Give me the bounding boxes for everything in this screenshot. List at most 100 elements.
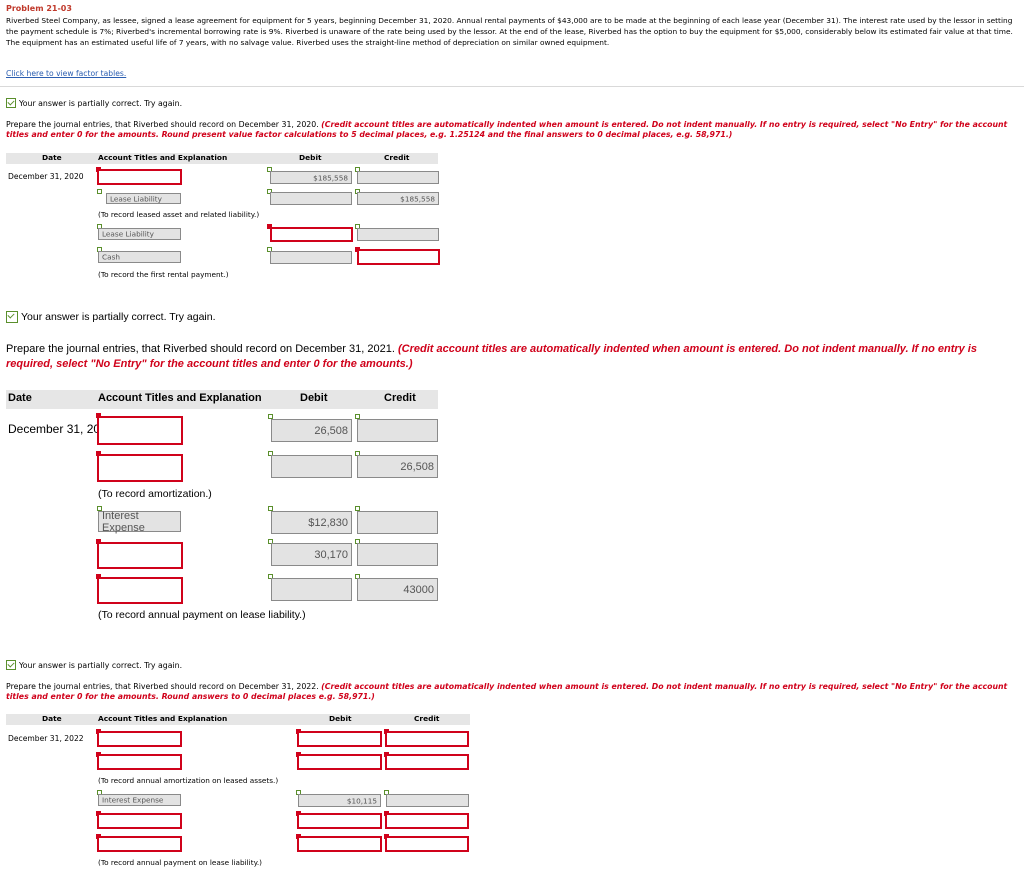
- instructions: Prepare the journal entries, that Riverb…: [6, 120, 1014, 140]
- debit-value: 30,170: [314, 548, 348, 561]
- debit-input[interactable]: $185,558: [270, 171, 352, 184]
- account-select[interactable]: Cash: [98, 251, 181, 263]
- account-value: Interest Expense: [102, 795, 164, 805]
- factor-tables-link[interactable]: Click here to view factor tables.: [6, 69, 126, 78]
- entry-memo: (To record annual payment on lease liabi…: [98, 858, 263, 867]
- account-select[interactable]: [97, 813, 182, 829]
- section-2020: Your answer is partially correct. Try ag…: [0, 96, 1024, 296]
- credit-input[interactable]: 43000: [357, 578, 438, 601]
- account-select[interactable]: Interest Expense: [98, 794, 181, 806]
- status-text: Your answer is partially correct. Try ag…: [19, 98, 183, 108]
- debit-input[interactable]: [270, 227, 353, 242]
- partial-check-icon: [6, 660, 16, 670]
- credit-input[interactable]: [385, 836, 469, 852]
- debit-value: $185,558: [313, 173, 348, 182]
- header-date: Date: [42, 714, 62, 723]
- instruction-text: Prepare the journal entries, that Riverb…: [6, 343, 395, 355]
- partial-check-icon: [6, 98, 16, 108]
- entry-date: December 31, 2022: [8, 734, 84, 743]
- table-header: Date Account Titles and Explanation Debi…: [6, 153, 438, 164]
- status-message: Your answer is partially correct. Try ag…: [6, 98, 182, 108]
- account-select[interactable]: [97, 836, 182, 852]
- credit-value: 26,508: [400, 460, 434, 473]
- status-text: Your answer is partially correct. Try ag…: [19, 660, 183, 670]
- account-select[interactable]: [97, 731, 182, 747]
- debit-value: $12,830: [308, 516, 348, 529]
- account-select[interactable]: Lease Liability: [106, 193, 181, 204]
- account-select[interactable]: [97, 542, 183, 569]
- entry-date: December 31, 2020: [8, 172, 84, 181]
- header-credit: Credit: [414, 714, 440, 723]
- entry-memo: (To record amortization.): [98, 488, 212, 500]
- account-value: Lease Liability: [110, 194, 162, 203]
- section-2022: Your answer is partially correct. Try ag…: [0, 652, 1024, 882]
- header-account: Account Titles and Explanation: [98, 714, 228, 723]
- debit-input[interactable]: $12,830: [271, 511, 352, 534]
- debit-input[interactable]: $10,115: [298, 794, 381, 807]
- header-debit: Debit: [299, 153, 322, 162]
- entry-memo: (To record the first rental payment.): [98, 270, 229, 279]
- instructions: Prepare the journal entries, that Riverb…: [6, 342, 1016, 372]
- credit-input[interactable]: [385, 754, 469, 770]
- account-select[interactable]: [97, 577, 183, 604]
- problem-text: Riverbed Steel Company, as lessee, signe…: [6, 16, 1013, 47]
- debit-input[interactable]: [297, 836, 382, 852]
- header-date: Date: [8, 392, 32, 404]
- credit-input[interactable]: [357, 228, 439, 241]
- entry-memo: (To record annual payment on lease liabi…: [98, 609, 306, 621]
- account-select[interactable]: [97, 416, 183, 445]
- debit-input[interactable]: [297, 754, 382, 770]
- debit-input[interactable]: [297, 813, 382, 829]
- header-account: Account Titles and Explanation: [98, 392, 262, 404]
- section-2021: Your answer is partially correct. Try ag…: [0, 306, 1024, 646]
- debit-value: 26,508: [314, 424, 348, 437]
- credit-value: $185,558: [400, 194, 435, 203]
- debit-input[interactable]: [270, 192, 352, 205]
- table-header: Date Account Titles and Explanation Debi…: [6, 714, 470, 725]
- debit-input[interactable]: [271, 455, 352, 478]
- header-debit: Debit: [300, 392, 328, 404]
- account-value: Lease Liability: [102, 229, 154, 239]
- header-credit: Credit: [384, 392, 416, 404]
- credit-input[interactable]: [385, 813, 469, 829]
- credit-input[interactable]: [357, 419, 438, 442]
- credit-input[interactable]: [357, 171, 439, 184]
- header-account: Account Titles and Explanation: [98, 153, 228, 162]
- debit-input[interactable]: 30,170: [271, 543, 352, 566]
- entry-memo: (To record annual amortization on leased…: [98, 776, 279, 785]
- partial-check-icon: [6, 311, 18, 323]
- entry-memo: (To record leased asset and related liab…: [98, 210, 260, 219]
- credit-input[interactable]: [357, 543, 438, 566]
- account-select[interactable]: Lease Liability: [98, 228, 181, 240]
- debit-input[interactable]: 26,508: [271, 419, 352, 442]
- account-select[interactable]: Interest Expense: [98, 509, 181, 534]
- debit-value: $10,115: [346, 796, 377, 805]
- header-date: Date: [42, 153, 62, 162]
- header-credit: Credit: [384, 153, 410, 162]
- instructions: Prepare the journal entries, that Riverb…: [6, 682, 1016, 702]
- debit-input[interactable]: [297, 731, 382, 747]
- debit-input[interactable]: [270, 251, 352, 264]
- account-value: Cash: [102, 252, 120, 262]
- credit-input[interactable]: [357, 249, 440, 265]
- account-select[interactable]: [97, 169, 182, 185]
- header-debit: Debit: [329, 714, 352, 723]
- status-message: Your answer is partially correct. Try ag…: [6, 660, 182, 670]
- table-header: Date Account Titles and Explanation Debi…: [6, 390, 438, 409]
- credit-input[interactable]: 26,508: [357, 455, 438, 478]
- account-select[interactable]: [97, 454, 183, 482]
- instruction-text: Prepare the journal entries, that Riverb…: [6, 120, 319, 129]
- credit-input[interactable]: [386, 794, 469, 807]
- credit-value: 43000: [403, 583, 434, 596]
- account-value: Interest Expense: [102, 509, 145, 534]
- problem-title: Problem 21-03: [6, 4, 72, 13]
- credit-input[interactable]: [357, 511, 438, 534]
- credit-input[interactable]: [385, 731, 469, 747]
- status-message: Your answer is partially correct. Try ag…: [6, 311, 216, 323]
- debit-input[interactable]: [271, 578, 352, 601]
- credit-input[interactable]: $185,558: [357, 192, 439, 205]
- account-select[interactable]: [97, 754, 182, 770]
- status-text: Your answer is partially correct. Try ag…: [21, 311, 216, 323]
- instruction-text: Prepare the journal entries, that Riverb…: [6, 682, 319, 691]
- divider: [0, 86, 1024, 87]
